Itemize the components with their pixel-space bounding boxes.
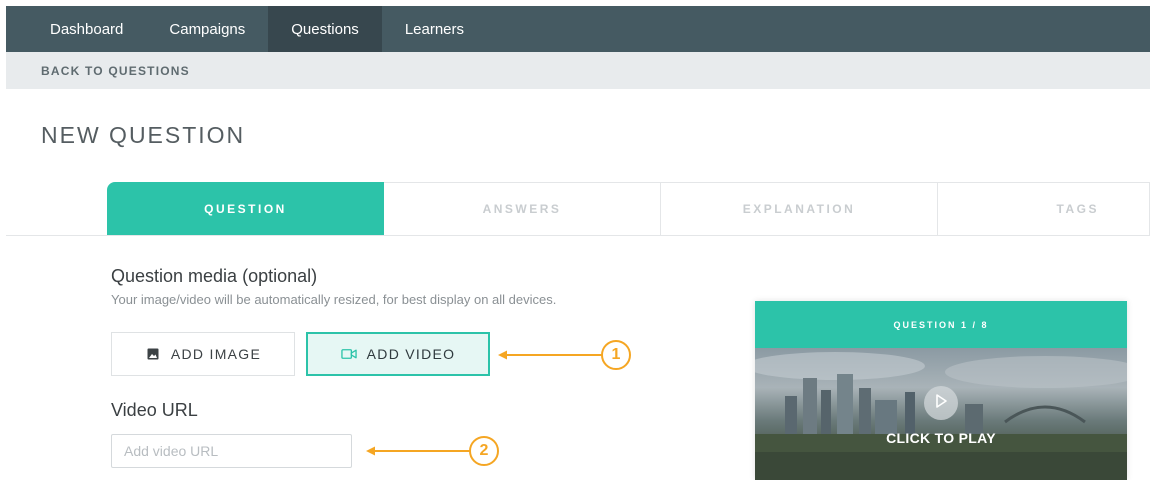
question-preview-card: QUESTION 1 / 8 CLICK TO PLAY [755, 301, 1127, 480]
click-to-play-label[interactable]: CLICK TO PLAY [755, 430, 1127, 446]
preview-video-thumbnail[interactable]: CLICK TO PLAY [755, 348, 1127, 480]
media-section-title: Question media (optional) [111, 266, 318, 286]
nav-dashboard[interactable]: Dashboard [6, 6, 146, 52]
play-icon [934, 393, 948, 414]
preview-header: QUESTION 1 / 8 [755, 301, 1127, 348]
back-bar: BACK TO QUESTIONS [6, 52, 1150, 89]
question-tabs: QUESTION ANSWERS EXPLANATION TAGS [107, 182, 1150, 235]
media-section-subtitle: Your image/video will be automatically r… [111, 292, 557, 307]
nav-learners[interactable]: Learners [382, 6, 487, 52]
callout-marker-1: 1 [601, 340, 631, 370]
tab-answers[interactable]: ANSWERS [384, 182, 661, 235]
add-image-button[interactable]: ADD IMAGE [111, 332, 295, 376]
page-title: NEW QUESTION [41, 122, 246, 148]
image-icon [145, 347, 161, 361]
top-nav: Dashboard Campaigns Questions Learners [6, 6, 1150, 52]
tabs-divider [6, 235, 1150, 236]
add-video-button[interactable]: ADD VIDEO [306, 332, 490, 376]
callout-arrow-2 [366, 446, 470, 456]
tab-tags[interactable]: TAGS [938, 182, 1150, 235]
play-button[interactable] [924, 386, 958, 420]
tab-question[interactable]: QUESTION [107, 182, 384, 235]
nav-campaigns[interactable]: Campaigns [146, 6, 268, 52]
back-to-questions-link[interactable]: BACK TO QUESTIONS [41, 64, 190, 78]
add-video-label: ADD VIDEO [366, 346, 456, 362]
nav-questions[interactable]: Questions [268, 6, 382, 52]
video-url-label: Video URL [111, 400, 198, 420]
callout-marker-2: 2 [469, 436, 499, 466]
add-image-label: ADD IMAGE [170, 346, 262, 362]
video-camera-icon [340, 347, 357, 361]
tab-explanation[interactable]: EXPLANATION [661, 182, 938, 235]
callout-arrow-1 [498, 350, 602, 360]
video-url-input[interactable] [111, 434, 352, 468]
